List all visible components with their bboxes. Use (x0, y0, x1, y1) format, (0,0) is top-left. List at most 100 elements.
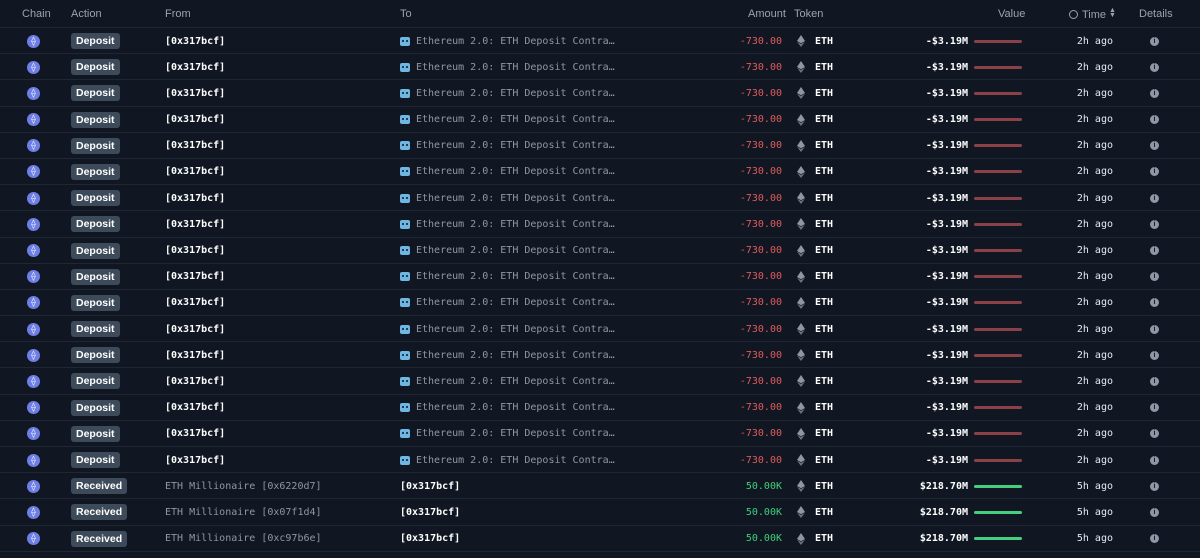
from-address[interactable]: [0x317bcf] (165, 245, 225, 256)
to-address[interactable]: Ethereum 2.0: ETH Deposit Contra… (416, 88, 615, 99)
token-cell[interactable]: ETH (815, 473, 833, 499)
token-symbol[interactable]: ETH (815, 36, 833, 47)
from-cell[interactable]: [0x317bcf] (165, 290, 225, 316)
to-address[interactable]: Ethereum 2.0: ETH Deposit Contra… (416, 245, 615, 256)
token-symbol[interactable]: ETH (815, 481, 833, 492)
to-cell[interactable]: Ethereum 2.0: ETH Deposit Contra… (400, 290, 615, 316)
table-row[interactable]: ⟠ Deposit [0x317bcf] Ethereum 2.0: ETH D… (0, 133, 1200, 159)
to-address[interactable]: Ethereum 2.0: ETH Deposit Contra… (416, 166, 615, 177)
to-address[interactable]: Ethereum 2.0: ETH Deposit Contra… (416, 402, 615, 413)
details-cell[interactable]: i (1150, 316, 1159, 342)
to-cell[interactable]: [0x317bcf] (400, 473, 460, 499)
to-cell[interactable]: Ethereum 2.0: ETH Deposit Contra… (400, 28, 615, 54)
to-cell[interactable]: [0x317bcf] (400, 499, 460, 525)
token-cell[interactable]: ETH (815, 421, 833, 447)
from-cell[interactable]: ETH Millionaire [0x6220d7] (165, 473, 322, 499)
info-icon[interactable]: i (1150, 481, 1159, 491)
from-cell[interactable]: [0x317bcf] (165, 211, 225, 237)
to-address[interactable]: Ethereum 2.0: ETH Deposit Contra… (416, 62, 615, 73)
token-cell[interactable]: ETH (815, 342, 833, 368)
token-cell[interactable]: ETH (815, 133, 833, 159)
details-cell[interactable]: i (1150, 133, 1159, 159)
token-cell[interactable]: ETH (815, 28, 833, 54)
details-cell[interactable]: i (1150, 159, 1159, 185)
info-icon[interactable]: i (1150, 36, 1159, 46)
from-cell[interactable]: [0x317bcf] (165, 54, 225, 80)
from-cell[interactable]: [0x317bcf] (165, 80, 225, 106)
info-icon[interactable]: i (1150, 62, 1159, 72)
table-row[interactable]: ⟠ Deposit [0x317bcf] Ethereum 2.0: ETH D… (0, 395, 1200, 421)
token-cell[interactable]: ETH (815, 526, 833, 552)
from-cell[interactable]: [0x317bcf] (165, 28, 225, 54)
token-cell[interactable]: ETH (815, 80, 833, 106)
token-cell[interactable]: ETH (815, 290, 833, 316)
token-symbol[interactable]: ETH (815, 507, 833, 518)
table-row[interactable]: ⟠ Deposit [0x317bcf] Ethereum 2.0: ETH D… (0, 80, 1200, 107)
table-row[interactable]: ⟠ Deposit [0x317bcf] Ethereum 2.0: ETH D… (0, 238, 1200, 264)
from-cell[interactable]: [0x317bcf] (165, 395, 225, 421)
from-address[interactable]: [0x317bcf] (165, 402, 225, 413)
info-icon[interactable]: i (1150, 141, 1159, 151)
to-address[interactable]: Ethereum 2.0: ETH Deposit Contra… (416, 36, 615, 47)
table-row[interactable]: ⟠ Deposit [0x317bcf] Ethereum 2.0: ETH D… (0, 342, 1200, 369)
from-address[interactable]: [0x317bcf] (165, 350, 225, 361)
details-cell[interactable]: i (1150, 107, 1159, 133)
info-icon[interactable]: i (1150, 507, 1159, 517)
to-address[interactable]: Ethereum 2.0: ETH Deposit Contra… (416, 350, 615, 361)
to-address[interactable]: [0x317bcf] (400, 533, 460, 544)
header-time[interactable]: Time ▲ ▼ (1069, 7, 1116, 21)
info-icon[interactable]: i (1150, 88, 1159, 98)
from-address[interactable]: ETH Millionaire [0xc97b6e] (165, 533, 322, 544)
token-symbol[interactable]: ETH (815, 219, 833, 230)
from-cell[interactable]: [0x317bcf] (165, 368, 225, 394)
info-icon[interactable]: i (1150, 324, 1159, 334)
to-cell[interactable]: Ethereum 2.0: ETH Deposit Contra… (400, 447, 615, 473)
to-cell[interactable]: Ethereum 2.0: ETH Deposit Contra… (400, 80, 615, 106)
from-address[interactable]: [0x317bcf] (165, 455, 225, 466)
token-cell[interactable]: ETH (815, 447, 833, 473)
info-icon[interactable]: i (1150, 350, 1159, 360)
to-address[interactable]: Ethereum 2.0: ETH Deposit Contra… (416, 324, 615, 335)
table-row[interactable]: ⟠ Deposit [0x317bcf] Ethereum 2.0: ETH D… (0, 54, 1200, 81)
to-cell[interactable]: Ethereum 2.0: ETH Deposit Contra… (400, 316, 615, 342)
details-cell[interactable]: i (1150, 526, 1159, 552)
to-cell[interactable]: Ethereum 2.0: ETH Deposit Contra… (400, 238, 615, 264)
table-row[interactable]: ⟠ Received ETH Millionaire [0xc97b6e] [0… (0, 526, 1200, 552)
details-cell[interactable]: i (1150, 28, 1159, 54)
to-cell[interactable]: [0x317bcf] (400, 526, 460, 552)
to-cell[interactable]: Ethereum 2.0: ETH Deposit Contra… (400, 159, 615, 185)
to-cell[interactable]: Ethereum 2.0: ETH Deposit Contra… (400, 107, 615, 133)
table-row[interactable]: ⟠ Deposit [0x317bcf] Ethereum 2.0: ETH D… (0, 185, 1200, 212)
header-action[interactable]: Action (71, 8, 102, 20)
table-row[interactable]: ⟠ Received ETH Millionaire [0x6220d7] [0… (0, 473, 1200, 500)
token-cell[interactable]: ETH (815, 368, 833, 394)
from-address[interactable]: ETH Millionaire [0x6220d7] (165, 481, 322, 492)
info-icon[interactable]: i (1150, 272, 1159, 282)
from-cell[interactable]: [0x317bcf] (165, 342, 225, 368)
details-cell[interactable]: i (1150, 185, 1159, 211)
to-cell[interactable]: Ethereum 2.0: ETH Deposit Contra… (400, 264, 615, 290)
table-row[interactable]: ⟠ Deposit [0x317bcf] Ethereum 2.0: ETH D… (0, 264, 1200, 290)
token-cell[interactable]: ETH (815, 238, 833, 264)
info-icon[interactable]: i (1150, 455, 1159, 465)
token-symbol[interactable]: ETH (815, 324, 833, 335)
info-icon[interactable]: i (1150, 193, 1159, 203)
table-row[interactable]: ⟠ Received ETH Millionaire [0x07f1d4] [0… (0, 499, 1200, 526)
token-cell[interactable]: ETH (815, 211, 833, 237)
header-value[interactable]: Value (998, 8, 1025, 20)
from-address[interactable]: [0x317bcf] (165, 62, 225, 73)
info-icon[interactable]: i (1150, 246, 1159, 255)
details-cell[interactable]: i (1150, 342, 1159, 368)
from-cell[interactable]: [0x317bcf] (165, 238, 225, 264)
details-cell[interactable]: i (1150, 238, 1159, 264)
from-cell[interactable]: [0x317bcf] (165, 185, 225, 211)
from-cell[interactable]: ETH Millionaire [0x07f1d4] (165, 499, 322, 525)
token-symbol[interactable]: ETH (815, 350, 833, 361)
details-cell[interactable]: i (1150, 211, 1159, 237)
info-icon[interactable]: i (1150, 115, 1159, 125)
info-icon[interactable]: i (1150, 167, 1159, 177)
from-address[interactable]: ETH Millionaire [0x07f1d4] (165, 507, 322, 518)
table-row[interactable]: ⟠ Deposit [0x317bcf] Ethereum 2.0: ETH D… (0, 290, 1200, 317)
from-cell[interactable]: [0x317bcf] (165, 133, 225, 159)
to-address[interactable]: [0x317bcf] (400, 507, 460, 518)
